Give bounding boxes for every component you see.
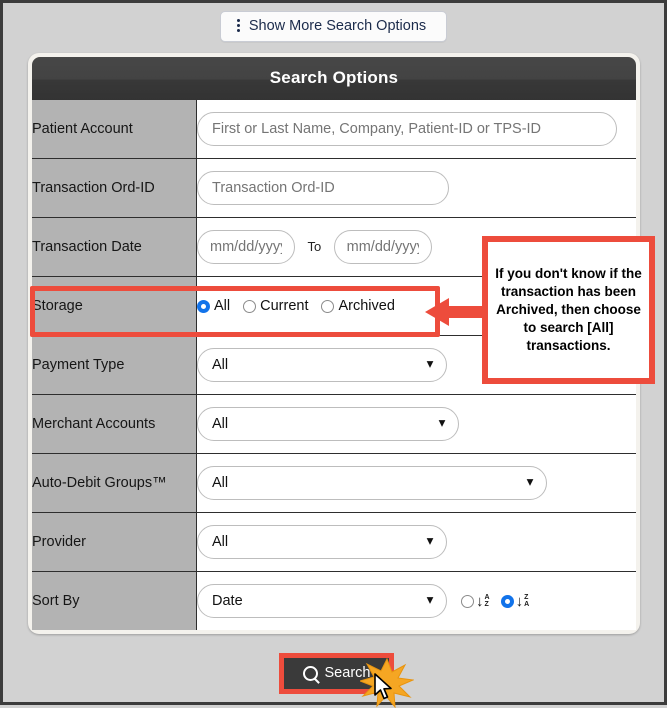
patient-account-input[interactable] — [197, 112, 617, 146]
storage-option-all[interactable]: All — [197, 298, 230, 314]
row-label-storage: Storage — [32, 276, 197, 336]
row-label-transaction-ord-id: Transaction Ord-ID — [32, 158, 197, 218]
row-label-provider: Provider — [32, 512, 197, 572]
storage-option-current-label: Current — [260, 298, 309, 314]
auto-debit-groups-select-wrap: All ▾ — [197, 466, 547, 500]
row-field-merchant-accounts: All ▾ — [196, 394, 636, 454]
sort-ascending-option[interactable]: ↓ A Z — [461, 594, 490, 609]
row-label-transaction-date: Transaction Date — [32, 217, 197, 277]
sort-ascending-az-icon: ↓ A Z — [476, 592, 490, 610]
table-row: Patient Account — [32, 100, 636, 159]
row-label-patient-account: Patient Account — [32, 100, 197, 159]
sort-direction-radio-group: ↓ A Z ↓ Z A — [461, 594, 529, 609]
table-row: Transaction Ord-ID — [32, 158, 636, 218]
top-bar: Show More Search Options — [3, 3, 664, 49]
row-field-auto-debit-groups: All ▾ — [196, 453, 636, 513]
search-button[interactable]: Search — [283, 658, 390, 689]
payment-type-select[interactable]: All — [197, 348, 447, 382]
panel-title: Search Options — [32, 57, 636, 100]
radio-archived-icon[interactable] — [321, 299, 335, 313]
sort-desc-top-letter: Z — [524, 593, 529, 601]
sort-by-select-wrap: Date ▾ — [197, 584, 447, 618]
storage-option-current[interactable]: Current — [243, 298, 308, 314]
sort-descending-option[interactable]: ↓ Z A — [500, 592, 530, 610]
row-label-merchant-accounts: Merchant Accounts — [32, 394, 197, 454]
row-field-sort-by: Date ▾ ↓ A Z ↓ Z A — [196, 571, 636, 630]
transaction-date-from-input[interactable] — [197, 230, 295, 264]
radio-current-icon[interactable] — [243, 299, 257, 313]
storage-option-all-label: All — [214, 298, 231, 314]
row-field-provider: All ▾ — [196, 512, 636, 572]
provider-select-wrap: All ▾ — [197, 525, 447, 559]
table-row: Auto-Debit Groups™ All ▾ — [32, 453, 636, 513]
vertical-dots-icon — [236, 19, 240, 32]
radio-sort-ascending-icon[interactable] — [461, 594, 474, 608]
row-label-payment-type: Payment Type — [32, 335, 197, 395]
show-more-search-options-button[interactable]: Show More Search Options — [219, 10, 448, 42]
row-label-sort-by: Sort By — [32, 571, 197, 630]
sort-asc-top-letter: A — [484, 593, 490, 601]
auto-debit-groups-select[interactable]: All — [197, 466, 547, 500]
storage-option-archived[interactable]: Archived — [321, 298, 395, 314]
transaction-date-to-input[interactable] — [333, 230, 432, 264]
row-field-transaction-ord-id — [196, 158, 636, 218]
payment-type-select-wrap: All ▾ — [197, 348, 447, 382]
row-field-patient-account — [196, 100, 636, 159]
table-row: Merchant Accounts All ▾ — [32, 394, 636, 454]
sort-descending-za-icon: ↓ Z A — [515, 592, 530, 610]
search-button-row: Search — [3, 653, 667, 694]
transaction-ord-id-input[interactable] — [197, 171, 449, 205]
magnifier-icon — [302, 665, 318, 681]
sort-desc-bottom-letter: A — [524, 601, 530, 608]
storage-option-archived-label: Archived — [338, 298, 395, 314]
date-range-to-label: To — [307, 239, 322, 255]
table-row: Provider All ▾ — [32, 512, 636, 572]
radio-all-icon[interactable] — [197, 299, 210, 313]
row-label-auto-debit-groups: Auto-Debit Groups™ — [32, 453, 197, 513]
sort-by-select[interactable]: Date — [197, 584, 447, 618]
table-row: Sort By Date ▾ ↓ A Z ↓ Z A — [32, 571, 636, 630]
merchant-accounts-select[interactable]: All — [197, 407, 459, 441]
archived-hint-callout: If you don't know if the transaction has… — [482, 236, 655, 384]
merchant-accounts-select-wrap: All ▾ — [197, 407, 459, 441]
sort-asc-bottom-letter: Z — [484, 601, 489, 608]
archived-hint-text: If you don't know if the transaction has… — [495, 266, 642, 353]
show-more-search-options-label: Show More Search Options — [248, 17, 427, 34]
search-button-label: Search — [324, 665, 371, 681]
search-button-highlight: Search — [278, 653, 395, 694]
radio-sort-descending-icon[interactable] — [500, 594, 514, 608]
provider-select[interactable]: All — [197, 525, 447, 559]
